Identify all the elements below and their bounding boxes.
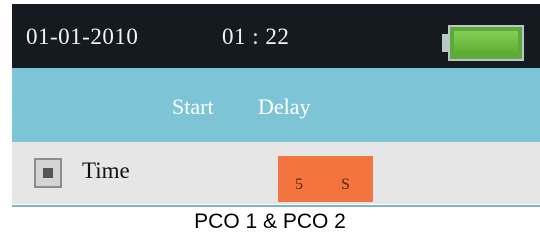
delay-value-field[interactable]: 5 S [278, 156, 373, 202]
time-label: Time [82, 158, 130, 183]
title-word-delay: Delay [258, 94, 311, 119]
status-bar: 01-01-2010 01 : 22 [12, 4, 540, 68]
title-bar: Start Delay [12, 68, 540, 142]
checkbox-icon[interactable] [34, 158, 62, 188]
time-display: 01 : 22 [222, 24, 290, 49]
device-screen: 01-01-2010 01 : 22 Start Delay Time 5 S [12, 4, 540, 210]
date-display: 01-01-2010 [26, 24, 139, 49]
figure: 01-01-2010 01 : 22 Start Delay Time 5 S … [0, 0, 540, 240]
battery-icon [448, 25, 524, 61]
title-word-start: Start [172, 94, 214, 119]
delay-value: 5 [295, 176, 303, 193]
figure-caption: PCO 1 & PCO 2 [194, 210, 346, 233]
delay-unit: S [341, 176, 350, 193]
divider [12, 205, 540, 207]
checkbox-indicator [43, 168, 53, 178]
time-setting-row[interactable]: Time 5 S [12, 142, 540, 204]
battery-level-fill [454, 31, 518, 55]
